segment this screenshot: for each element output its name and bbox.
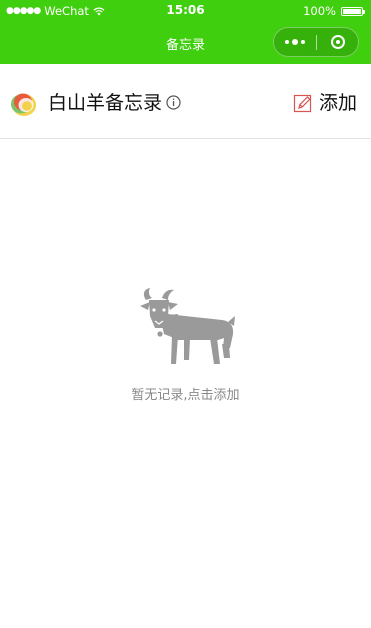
close-circle-icon <box>330 35 345 49</box>
mini-program-capsule <box>273 27 359 57</box>
battery-percent: 100% <box>303 4 336 18</box>
empty-state-message[interactable]: 暂无记录,点击添加 <box>0 384 371 403</box>
more-menu-button[interactable] <box>274 28 316 56</box>
goat-icon <box>140 288 235 364</box>
edit-pencil-icon <box>293 94 312 113</box>
status-bar: ●●●●● WeChat 15:06 100% <box>0 0 371 22</box>
app-header: 白山羊备忘录 添加 <box>0 64 371 139</box>
add-button[interactable]: 添加 <box>293 90 357 116</box>
battery-icon <box>341 6 365 16</box>
add-label: 添加 <box>318 92 357 114</box>
close-mini-program-button[interactable] <box>317 28 358 56</box>
app-title: 白山羊备忘录 <box>48 92 163 114</box>
rainbow-leaf-logo <box>11 93 36 116</box>
top-bar: ●●●●● WeChat 15:06 100% 备忘录 <box>0 0 371 64</box>
info-icon[interactable] <box>166 95 181 110</box>
